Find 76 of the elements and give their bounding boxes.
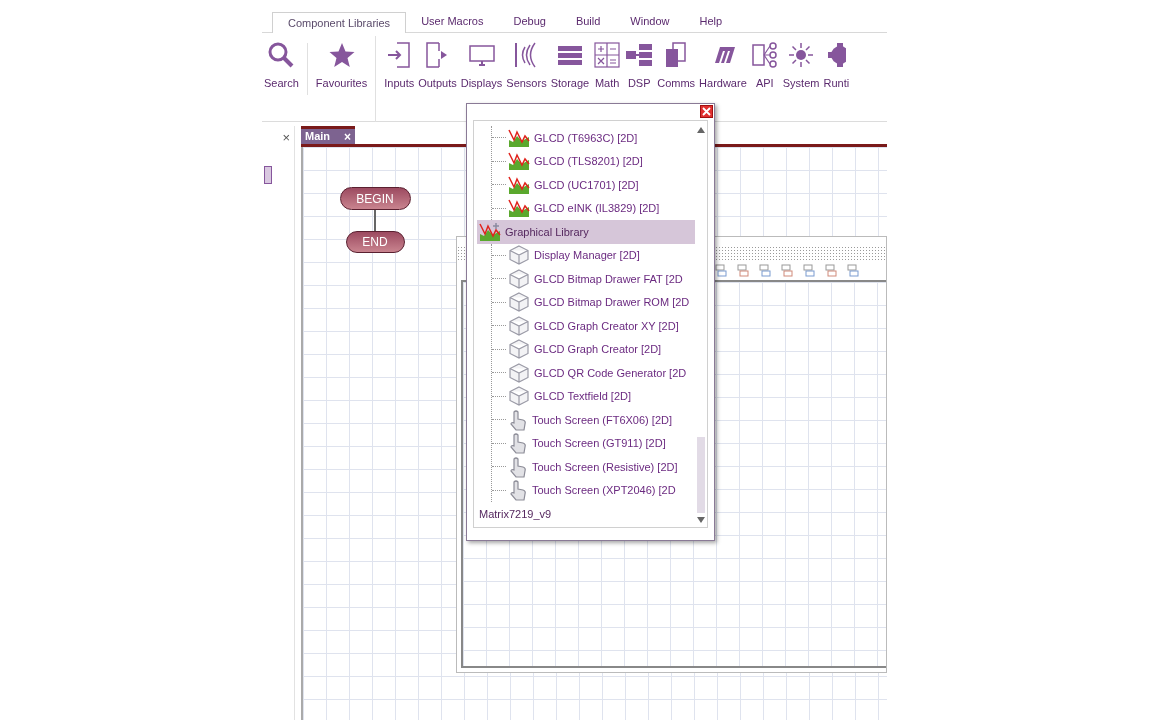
ribbon-button[interactable]: Inputs (382, 33, 417, 93)
toolbar-icon[interactable] (801, 263, 817, 277)
graph-icon (508, 127, 530, 148)
ribbon-button[interactable]: Favourites (313, 33, 370, 93)
tree-item[interactable]: GLCD (UC1701) [2D] (506, 173, 695, 197)
ribbon-tab[interactable]: Component Libraries (272, 12, 407, 33)
close-icon[interactable] (700, 105, 713, 118)
ribbon-tab[interactable]: Window (615, 11, 685, 32)
tree-item[interactable]: GLCD (T6963C) [2D] (506, 126, 695, 150)
pointing-hand-icon (508, 432, 528, 455)
ribbon-tab[interactable]: Help (684, 11, 738, 32)
graph-icon (508, 198, 530, 219)
ribbon-button[interactable]: DSP (623, 33, 656, 93)
toolbar-icon[interactable] (845, 263, 861, 277)
pointing-hand-icon (508, 408, 528, 431)
tree-item[interactable]: GLCD Bitmap Drawer ROM [2D (506, 290, 695, 314)
toolbar-icon[interactable] (757, 263, 773, 277)
begin-terminal: BEGIN (339, 187, 411, 210)
ribbon-button[interactable]: Outputs (416, 33, 459, 93)
ribbon-tab[interactable]: Build (560, 11, 616, 32)
cube-icon (508, 291, 530, 314)
search-icon (267, 41, 296, 69)
graph-icon (479, 221, 501, 242)
tab-close-button[interactable]: × (344, 127, 351, 146)
cube-icon (508, 244, 530, 267)
ribbon-button[interactable]: Storage (548, 33, 592, 93)
tree-item[interactable]: GLCD Textfield [2D] (506, 384, 695, 408)
ribbon-button[interactable]: System (780, 33, 822, 93)
cube-icon (508, 338, 530, 361)
tree-item[interactable]: Display Manager [2D] (506, 243, 695, 267)
block-diagram-icon (625, 41, 654, 69)
pointing-hand-icon (508, 479, 528, 502)
ribbon-button[interactable]: Runti (821, 33, 852, 93)
ribbon-button[interactable]: Displays (458, 33, 505, 93)
ribbon-button[interactable]: Comms (655, 33, 698, 93)
tree-item[interactable]: Touch Screen (GT911) [2D] (506, 431, 695, 455)
tree-item[interactable]: GLCD Graph Creator [2D] (506, 337, 695, 361)
ribbon-button[interactable]: Math (591, 33, 624, 93)
tree-item[interactable]: GLCD QR Code Generator [2D (506, 361, 695, 385)
graph-icon (508, 151, 530, 172)
tree-item[interactable]: Graphical Library (477, 220, 695, 244)
sun-icon (787, 41, 816, 69)
scroll-up-icon[interactable] (697, 127, 705, 133)
ribbon-button[interactable]: API (748, 33, 781, 93)
scrollbar-thumb[interactable] (697, 437, 705, 513)
cube-icon (508, 314, 530, 337)
star-icon (327, 41, 356, 69)
ribbon-tab[interactable]: Debug (498, 11, 561, 32)
tree-item[interactable]: GLCD (TLS8201) [2D] (506, 149, 695, 173)
calculator-icon (593, 41, 622, 69)
ribbon-button[interactable]: Hardware (697, 33, 749, 93)
panel-close-button[interactable]: × (282, 128, 290, 148)
pointing-hand-icon (508, 455, 528, 478)
cube-icon (508, 361, 530, 384)
toolbar-icon[interactable] (735, 263, 751, 277)
toolbar-icon[interactable] (713, 263, 729, 277)
tree-item[interactable]: GLCD Graph Creator XY [2D] (506, 314, 695, 338)
graph-icon (508, 174, 530, 195)
cube-icon (508, 385, 530, 408)
toolbar-icon[interactable] (823, 263, 839, 277)
tree-item[interactable]: GLCD eINK (IL3829) [2D] (506, 196, 695, 220)
ribbon-button[interactable]: Sensors (504, 33, 549, 93)
document-tab[interactable]: Main × (301, 126, 355, 144)
tree-item[interactable]: Touch Screen (Resistive) [2D] (506, 455, 695, 479)
tree-item[interactable]: Touch Screen (XPT2046) [2D (506, 478, 695, 502)
ribbon-button[interactable]: Search (262, 33, 301, 93)
panel-handle-icon (264, 166, 272, 184)
ribbon-tab[interactable]: User Macros (406, 11, 499, 32)
network-nodes-icon (750, 41, 779, 69)
tree-item[interactable]: GLCD Bitmap Drawer FAT [2D (506, 267, 695, 291)
cube-icon (508, 267, 530, 290)
scroll-down-icon[interactable] (697, 517, 705, 523)
tree-item[interactable]: Matrix7219_v9 (477, 502, 695, 526)
tree-item[interactable]: Touch Screen (FT6X06) [2D] (506, 408, 695, 432)
end-terminal: END (345, 231, 405, 253)
toolbar-icon[interactable] (779, 263, 795, 277)
